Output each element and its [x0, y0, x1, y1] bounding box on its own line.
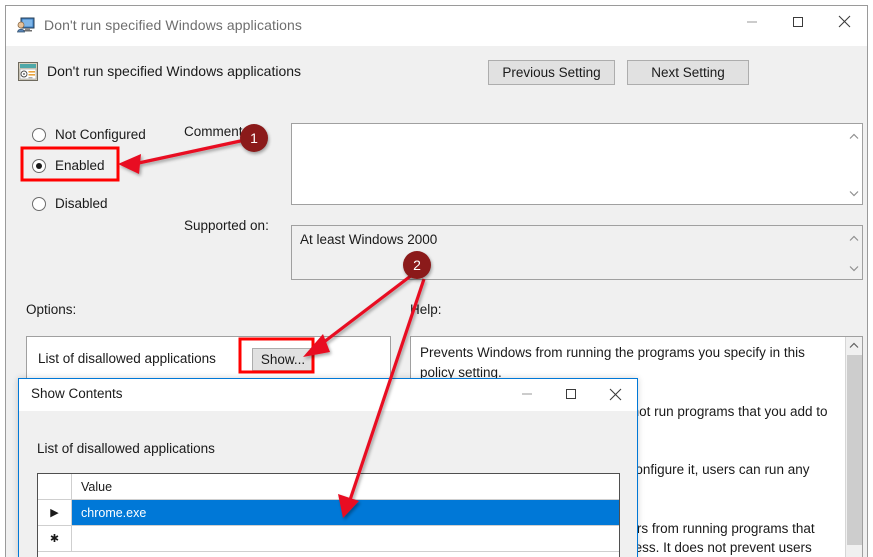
- radio-indicator-not-configured: [32, 127, 46, 142]
- maximize-icon[interactable]: [775, 6, 821, 37]
- table-row[interactable]: ▶ chrome.exe: [38, 500, 619, 526]
- dialog-maximize-icon[interactable]: [549, 379, 593, 409]
- close-icon[interactable]: [821, 6, 867, 37]
- scroll-down-icon[interactable]: [849, 185, 859, 200]
- grid-header-row: Value: [38, 474, 619, 500]
- radio-disabled[interactable]: Disabled: [32, 196, 108, 211]
- radio-label-disabled: Disabled: [55, 196, 108, 211]
- supported-scrollbar[interactable]: [845, 226, 862, 279]
- option-item-label: List of disallowed applications: [38, 351, 216, 366]
- setting-name-label: Don't run specified Windows applications: [47, 63, 302, 79]
- comment-scrollbar[interactable]: [845, 124, 862, 204]
- scroll-up-icon[interactable]: [849, 230, 859, 245]
- table-row-new[interactable]: ✱: [38, 526, 619, 552]
- dialog-titlebar: Show Contents: [19, 379, 637, 411]
- help-section-label: Help:: [410, 302, 442, 317]
- callout-badge-2: 2: [403, 251, 431, 279]
- window-title: Don't run specified Windows applications: [44, 17, 303, 33]
- help-scrollbar[interactable]: [845, 337, 862, 557]
- radio-indicator-disabled: [32, 196, 46, 211]
- cell-value-new[interactable]: [72, 526, 619, 551]
- radio-indicator-enabled: [32, 158, 46, 173]
- radio-enabled[interactable]: Enabled: [32, 158, 105, 173]
- scroll-up-icon[interactable]: [849, 128, 859, 143]
- policy-monitor-icon: [16, 17, 35, 33]
- scroll-up-icon[interactable]: [846, 337, 862, 354]
- supported-on-field: At least Windows 2000: [291, 225, 863, 280]
- grid-corner-cell: [38, 474, 72, 499]
- options-section-label: Options:: [26, 302, 77, 317]
- show-contents-dialog: Show Contents List of disallowed applica…: [18, 378, 638, 557]
- supported-on-label: Supported on:: [184, 218, 269, 233]
- show-button[interactable]: Show...: [252, 348, 314, 371]
- supported-on-value: At least Windows 2000: [300, 232, 438, 247]
- callout-badge-1: 1: [240, 124, 268, 152]
- radio-not-configured[interactable]: Not Configured: [32, 127, 146, 142]
- help-scrollbar-thumb[interactable]: [847, 355, 862, 545]
- setting-header-row: Don't run specified Windows applications…: [6, 46, 867, 96]
- row-marker-new-icon: ✱: [38, 526, 72, 551]
- cell-value[interactable]: chrome.exe: [72, 500, 619, 525]
- previous-setting-button[interactable]: Previous Setting: [488, 60, 615, 85]
- comment-label: Comment:: [184, 124, 247, 139]
- dialog-minimize-icon[interactable]: [505, 379, 549, 409]
- dialog-close-icon[interactable]: [593, 379, 637, 409]
- minimize-icon[interactable]: [729, 6, 775, 37]
- disallowed-applications-grid[interactable]: Value ▶ chrome.exe ✱: [37, 473, 620, 557]
- next-setting-button[interactable]: Next Setting: [627, 60, 749, 85]
- dialog-title: Show Contents: [31, 386, 123, 401]
- radio-label-enabled: Enabled: [55, 158, 105, 173]
- scroll-down-icon[interactable]: [849, 260, 859, 275]
- policy-setting-icon: [18, 62, 38, 81]
- row-marker-current-icon: ▶: [38, 500, 72, 525]
- radio-label-not-configured: Not Configured: [55, 127, 146, 142]
- dialog-list-label: List of disallowed applications: [37, 441, 215, 456]
- comment-input[interactable]: [291, 123, 863, 205]
- column-header-value[interactable]: Value: [72, 474, 619, 499]
- window-titlebar: Don't run specified Windows applications: [6, 6, 867, 46]
